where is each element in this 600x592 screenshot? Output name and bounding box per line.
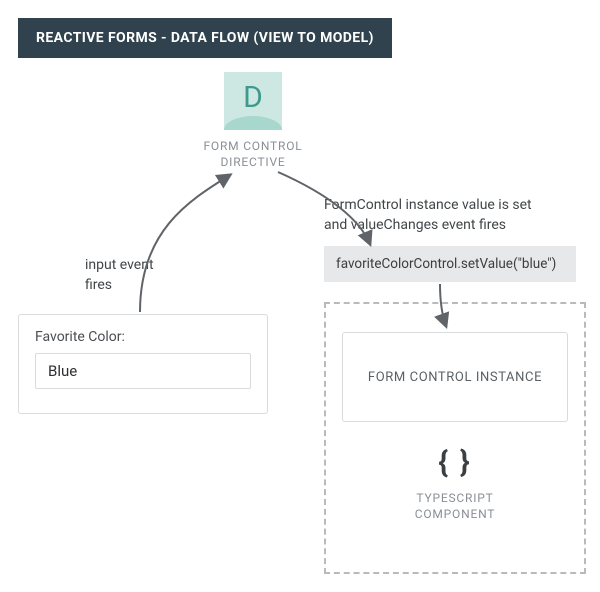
diagram-title: REACTIVE FORMS - DATA FLOW (VIEW TO MODE… — [18, 18, 392, 58]
input-view-card: Favorite Color: Blue — [18, 314, 268, 414]
typescript-component-panel: FORM CONTROL INSTANCE { } TYPESCRIPT COM… — [324, 302, 586, 574]
input-field: Blue — [35, 353, 251, 389]
directive-label: FORM CONTROL DIRECTIVE — [178, 138, 328, 170]
form-control-instance: FORM CONTROL INSTANCE — [342, 332, 568, 422]
directive-icon: D — [224, 72, 282, 130]
input-value: Blue — [48, 362, 77, 380]
component-label: TYPESCRIPT COMPONENT — [342, 490, 568, 522]
title-text: REACTIVE FORMS - DATA FLOW (VIEW TO MODE… — [36, 30, 374, 46]
description-value-set: FormControl instance value is set and va… — [324, 196, 574, 235]
braces-icon: { } — [342, 448, 568, 478]
code-snippet: favoriteColorControl.setValue("blue") — [324, 246, 576, 282]
directive-letter: D — [243, 80, 263, 115]
description-input-event: input event fires — [85, 256, 205, 295]
form-control-directive: D FORM CONTROL DIRECTIVE — [178, 72, 328, 170]
code-text: favoriteColorControl.setValue("blue") — [336, 256, 556, 272]
directive-icon-wave — [224, 116, 282, 130]
input-label: Favorite Color: — [35, 329, 251, 345]
